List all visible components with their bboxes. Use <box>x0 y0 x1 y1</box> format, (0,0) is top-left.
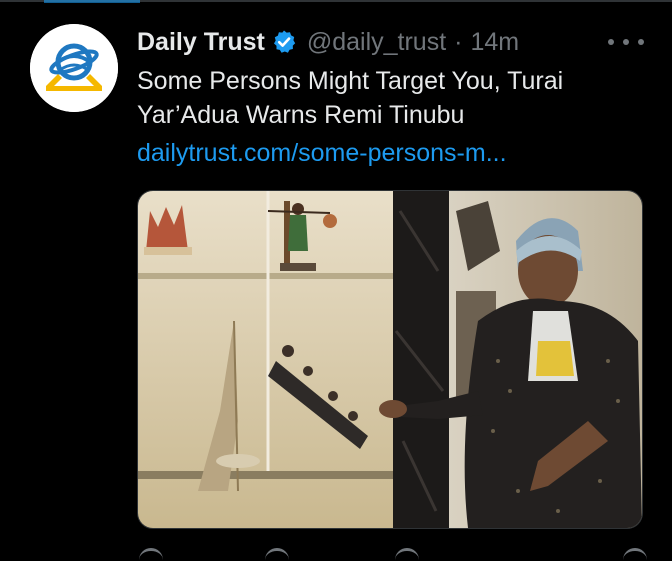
tweet-text-line: Some Persons Might Target You, Turai <box>137 67 564 95</box>
tweet-link[interactable]: dailytrust.com/some-persons-m... <box>137 136 507 170</box>
media-photo <box>138 191 642 528</box>
tweet-timestamp[interactable]: 14m <box>470 28 519 57</box>
more-options-icon[interactable] <box>608 30 644 54</box>
author-name[interactable]: Daily Trust <box>137 28 265 57</box>
daily-trust-logo-icon <box>30 24 118 112</box>
header-separator: · <box>454 27 463 56</box>
tweet-action-bar <box>137 540 647 555</box>
tweet-card[interactable]: Daily Trust @daily_trust · 14m Some Pers… <box>0 0 672 555</box>
avatar[interactable] <box>30 24 118 112</box>
tweet-text: Some Persons Might Target You, Turai Yar… <box>137 64 637 132</box>
tweet-header: Daily Trust @daily_trust · 14m <box>137 26 519 58</box>
tweet-media-image[interactable] <box>137 190 643 529</box>
author-handle[interactable]: @daily_trust <box>307 28 446 57</box>
tweet-text-line: Yar’Adua Warns Remi Tinubu <box>137 101 465 129</box>
verified-badge-icon <box>271 29 297 55</box>
